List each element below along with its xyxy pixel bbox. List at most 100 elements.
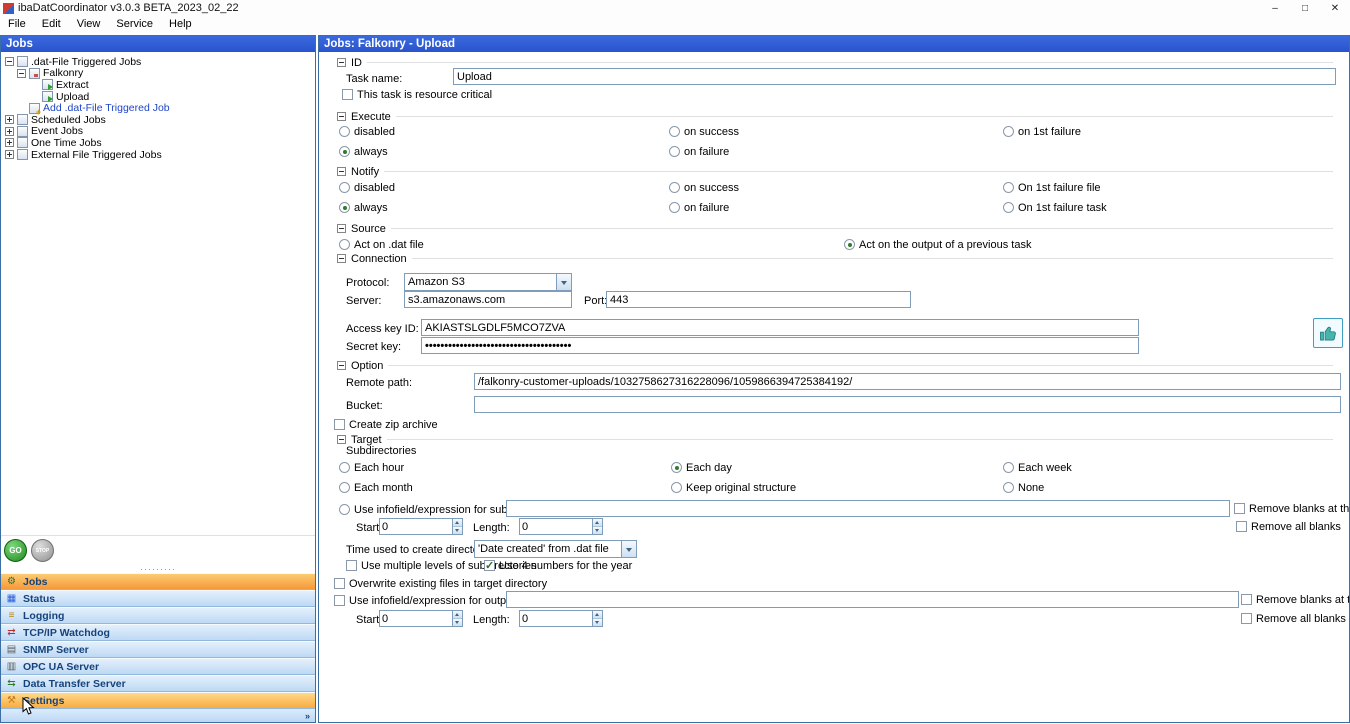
spinner-buttons[interactable] <box>592 519 602 534</box>
tree-item-upload[interactable]: Upload <box>1 91 315 103</box>
sidebar-item-data-transfer-server[interactable]: ⇆ Data Transfer Server <box>1 675 315 692</box>
year-4-digits-checkbox[interactable]: Use 4 numbers for the year <box>484 559 632 572</box>
execute-on-failure-radio[interactable]: on failure <box>669 145 729 158</box>
expand-icon[interactable] <box>5 150 14 160</box>
collapse-icon[interactable] <box>337 112 346 121</box>
target-remove-blanks-end-checkbox[interactable]: Remove blanks at the end <box>1234 502 1349 515</box>
notify-on-failure-radio[interactable]: on failure <box>669 201 729 214</box>
collapse-icon[interactable] <box>337 224 346 233</box>
sidebar-item-opc-ua-server[interactable]: ▥ OPC UA Server <box>1 658 315 675</box>
radio-label: Each hour <box>354 461 405 474</box>
subdirectory-expression-input[interactable] <box>506 500 1230 517</box>
collapse-icon[interactable] <box>337 254 346 263</box>
output-length-spinner[interactable] <box>519 610 603 627</box>
spinner-buttons[interactable] <box>592 611 602 626</box>
test-connection-button[interactable] <box>1313 318 1343 348</box>
close-button[interactable]: ✕ <box>1320 1 1350 16</box>
output-start-spinner[interactable] <box>379 610 463 627</box>
tree-item-add-dat-file-triggered-job[interactable]: Add .dat-File Triggered Job <box>1 102 315 117</box>
collapse-icon[interactable] <box>5 57 14 67</box>
secret-key-input[interactable] <box>421 337 1139 354</box>
start-input[interactable] <box>380 611 452 626</box>
tree-item-falkonry[interactable]: Falkonry <box>1 67 315 80</box>
collapse-icon[interactable] <box>337 361 346 370</box>
collapse-icon[interactable] <box>337 58 346 67</box>
target-none-radio[interactable]: None <box>1003 481 1044 494</box>
spinner-buttons[interactable] <box>452 519 462 534</box>
menu-file[interactable]: File <box>0 16 34 33</box>
length-input[interactable] <box>520 611 592 626</box>
collapse-icon[interactable] <box>337 167 346 176</box>
tree-item-scheduled-jobs[interactable]: Scheduled Jobs <box>1 114 315 126</box>
notify-on-1st-failure-task-radio[interactable]: On 1st failure task <box>1003 201 1107 214</box>
maximize-button[interactable]: □ <box>1290 1 1320 16</box>
radio-icon <box>339 462 350 473</box>
collapse-icon[interactable] <box>337 435 346 444</box>
checkbox-icon <box>1236 521 1247 532</box>
sidebar-item-tcpip-watchdog[interactable]: ⇄ TCP/IP Watchdog <box>1 624 315 641</box>
execute-on-1st-failure-radio[interactable]: on 1st failure <box>1003 125 1081 138</box>
start-input[interactable] <box>380 519 452 534</box>
target-keep-original-radio[interactable]: Keep original structure <box>671 481 796 494</box>
expand-icon[interactable] <box>5 126 14 136</box>
port-input[interactable] <box>606 291 911 308</box>
server-input[interactable] <box>404 291 572 308</box>
notify-on-1st-failure-file-radio[interactable]: On 1st failure file <box>1003 181 1101 194</box>
length-input[interactable] <box>520 519 592 534</box>
target-each-week-radio[interactable]: Each week <box>1003 461 1072 474</box>
notify-on-success-radio[interactable]: on success <box>669 181 739 194</box>
tree-label: Falkonry <box>43 67 84 80</box>
target-remove-all-blanks-checkbox[interactable]: Remove all blanks <box>1236 520 1341 533</box>
overwrite-existing-checkbox[interactable]: Overwrite existing files in target direc… <box>334 577 547 590</box>
remote-path-input[interactable] <box>474 373 1341 390</box>
go-button[interactable]: GO <box>4 539 27 562</box>
tree-item-event-jobs[interactable]: Event Jobs <box>1 125 315 137</box>
target-each-month-radio[interactable]: Each month <box>339 481 413 494</box>
sidebar-item-logging[interactable]: ≡ Logging <box>1 607 315 624</box>
splitter-handle[interactable] <box>1 565 315 573</box>
create-zip-checkbox[interactable]: Create zip archive <box>334 418 438 431</box>
spinner-buttons[interactable] <box>452 611 462 626</box>
target-length-spinner[interactable] <box>519 518 603 535</box>
source-previous-task-radio[interactable]: Act on the output of a previous task <box>844 238 1031 251</box>
menu-edit[interactable]: Edit <box>34 16 69 33</box>
output-remove-all-blanks-checkbox[interactable]: Remove all blanks <box>1241 612 1346 625</box>
notify-disabled-radio[interactable]: disabled <box>339 181 395 194</box>
opc-ua-server-icon: ▥ <box>6 661 17 672</box>
notify-always-radio[interactable]: always <box>339 201 388 214</box>
access-key-input[interactable] <box>421 319 1139 336</box>
menu-help[interactable]: Help <box>161 16 200 33</box>
execute-always-radio[interactable]: always <box>339 145 388 158</box>
bucket-input[interactable] <box>474 396 1341 413</box>
sidebar-item-settings[interactable]: ⚒ Settings <box>1 692 315 709</box>
output-filename-expression-input[interactable] <box>506 591 1239 608</box>
execute-disabled-radio[interactable]: disabled <box>339 125 395 138</box>
sidebar-item-jobs[interactable]: ⚙ Jobs <box>1 573 315 590</box>
source-dat-file-radio[interactable]: Act on .dat file <box>339 238 424 251</box>
expand-icon[interactable] <box>5 138 14 148</box>
radio-icon <box>339 146 350 157</box>
sidebar-item-status[interactable]: ▦ Status <box>1 590 315 607</box>
execute-on-success-radio[interactable]: on success <box>669 125 739 138</box>
expander-chevron-icon[interactable]: » <box>305 711 310 721</box>
expand-icon[interactable] <box>5 115 14 125</box>
resource-critical-checkbox[interactable]: This task is resource critical <box>342 88 492 101</box>
minimize-button[interactable]: – <box>1260 1 1290 16</box>
menu-view[interactable]: View <box>69 16 109 33</box>
output-remove-blanks-end-checkbox[interactable]: Remove blanks at the end <box>1241 593 1349 606</box>
collapse-icon[interactable] <box>17 68 26 78</box>
target-each-hour-radio[interactable]: Each hour <box>339 461 404 474</box>
target-start-spinner[interactable] <box>379 518 463 535</box>
tree-item-extract[interactable]: Extract <box>1 79 315 91</box>
protocol-select[interactable]: Amazon S3 <box>404 273 572 291</box>
time-directory-select[interactable]: 'Date created' from .dat file <box>474 540 637 558</box>
tree-item-dat-file-triggered-jobs[interactable]: .dat-File Triggered Jobs <box>1 56 315 68</box>
tree-item-external-file-triggered-jobs[interactable]: External File Triggered Jobs <box>1 149 315 161</box>
tree-item-one-time-jobs[interactable]: One Time Jobs <box>1 137 315 149</box>
menu-service[interactable]: Service <box>108 16 161 33</box>
target-each-day-radio[interactable]: Each day <box>671 461 732 474</box>
job-folder-icon <box>17 56 28 68</box>
stop-button[interactable]: STOP <box>31 539 54 562</box>
task-name-input[interactable] <box>453 68 1336 85</box>
sidebar-item-snmp-server[interactable]: ▤ SNMP Server <box>1 641 315 658</box>
